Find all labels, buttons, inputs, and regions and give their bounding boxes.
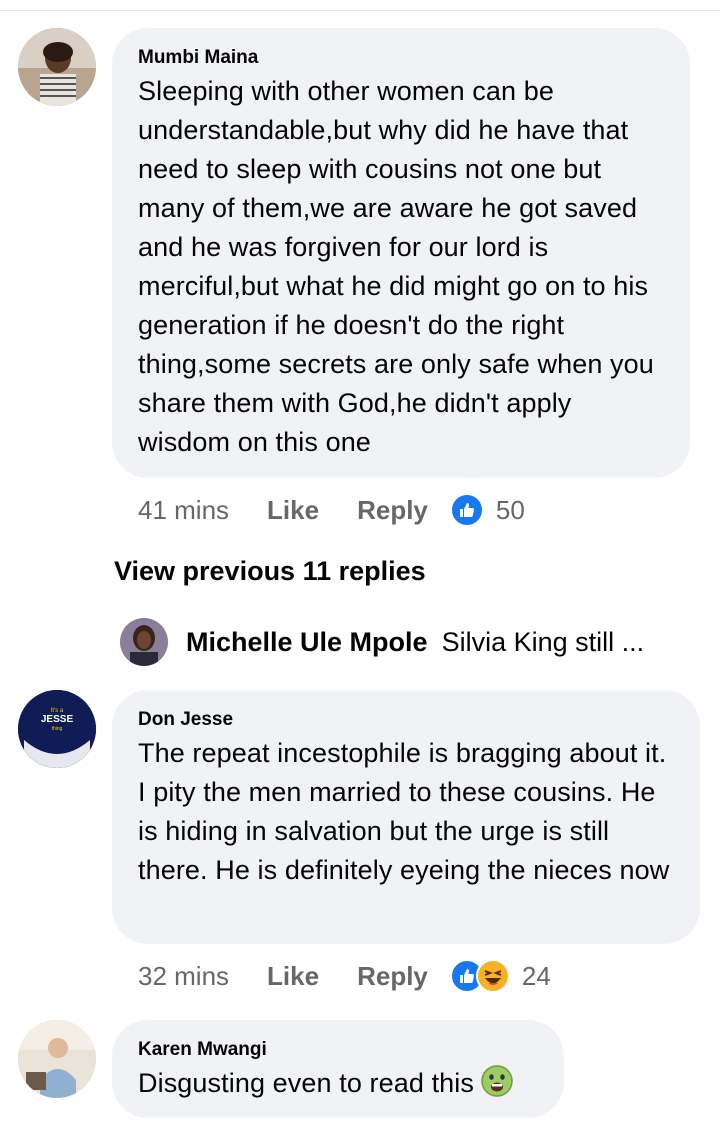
nauseated-face-icon: [480, 1064, 514, 1098]
reaction-summary[interactable]: 50: [449, 493, 525, 527]
avatar-photo: [18, 1020, 96, 1098]
reply-preview[interactable]: Michelle Ule Mpole Silvia King still ...: [120, 618, 644, 666]
top-divider: [0, 10, 720, 11]
comment-text: Disgusting even to read this: [138, 1068, 474, 1098]
like-button[interactable]: Like: [267, 495, 319, 526]
comment-time[interactable]: 32 mins: [138, 961, 229, 992]
comment-bubble: Karen Mwangi Disgusting even to read thi…: [112, 1020, 564, 1118]
avatar-photo: [18, 28, 96, 106]
haha-icon: [475, 959, 510, 993]
avatar-mumbi-maina[interactable]: [18, 28, 96, 106]
comment-author[interactable]: Don Jesse: [138, 708, 674, 732]
comment-text-row: Disgusting even to read this: [138, 1064, 538, 1103]
comment-author[interactable]: Karen Mwangi: [138, 1038, 538, 1062]
reply-snippet: Silvia King still ...: [441, 626, 645, 657]
comment-time[interactable]: 41 mins: [138, 495, 229, 526]
reaction-count: 50: [495, 494, 525, 525]
reply-button[interactable]: Reply: [357, 961, 428, 992]
avatar-karen-mwangi[interactable]: [18, 1020, 96, 1098]
avatar-don-jesse[interactable]: It's a JESSE thing: [18, 690, 96, 768]
comment-actions: 41 mins Like Reply 50: [138, 490, 525, 530]
comment-text: The repeat incestophile is bragging abou…: [138, 738, 670, 885]
avatar-michelle: [120, 618, 168, 666]
logo-line3: thing: [52, 726, 63, 732]
logo-line2: JESSE: [41, 714, 74, 725]
reply-author: Michelle Ule Mpole: [186, 626, 428, 657]
comment-bubble: Don Jesse The repeat incestophile is bra…: [112, 690, 700, 944]
like-icon: [449, 493, 484, 527]
reaction-count: 24: [521, 960, 551, 991]
comment-actions: 32 mins Like Reply 24: [138, 956, 551, 996]
comment-bubble: Mumbi Maina Sleeping with other women ca…: [112, 28, 690, 478]
view-previous-replies-link[interactable]: View previous 11 replies: [114, 556, 426, 587]
like-button[interactable]: Like: [267, 961, 319, 992]
reaction-summary[interactable]: 24: [449, 959, 551, 993]
reply-button[interactable]: Reply: [357, 495, 428, 526]
comment-author[interactable]: Mumbi Maina: [138, 46, 664, 70]
jesse-logo: It's a JESSE thing: [18, 690, 96, 768]
comment-text: Sleeping with other women can be underst…: [138, 76, 654, 457]
